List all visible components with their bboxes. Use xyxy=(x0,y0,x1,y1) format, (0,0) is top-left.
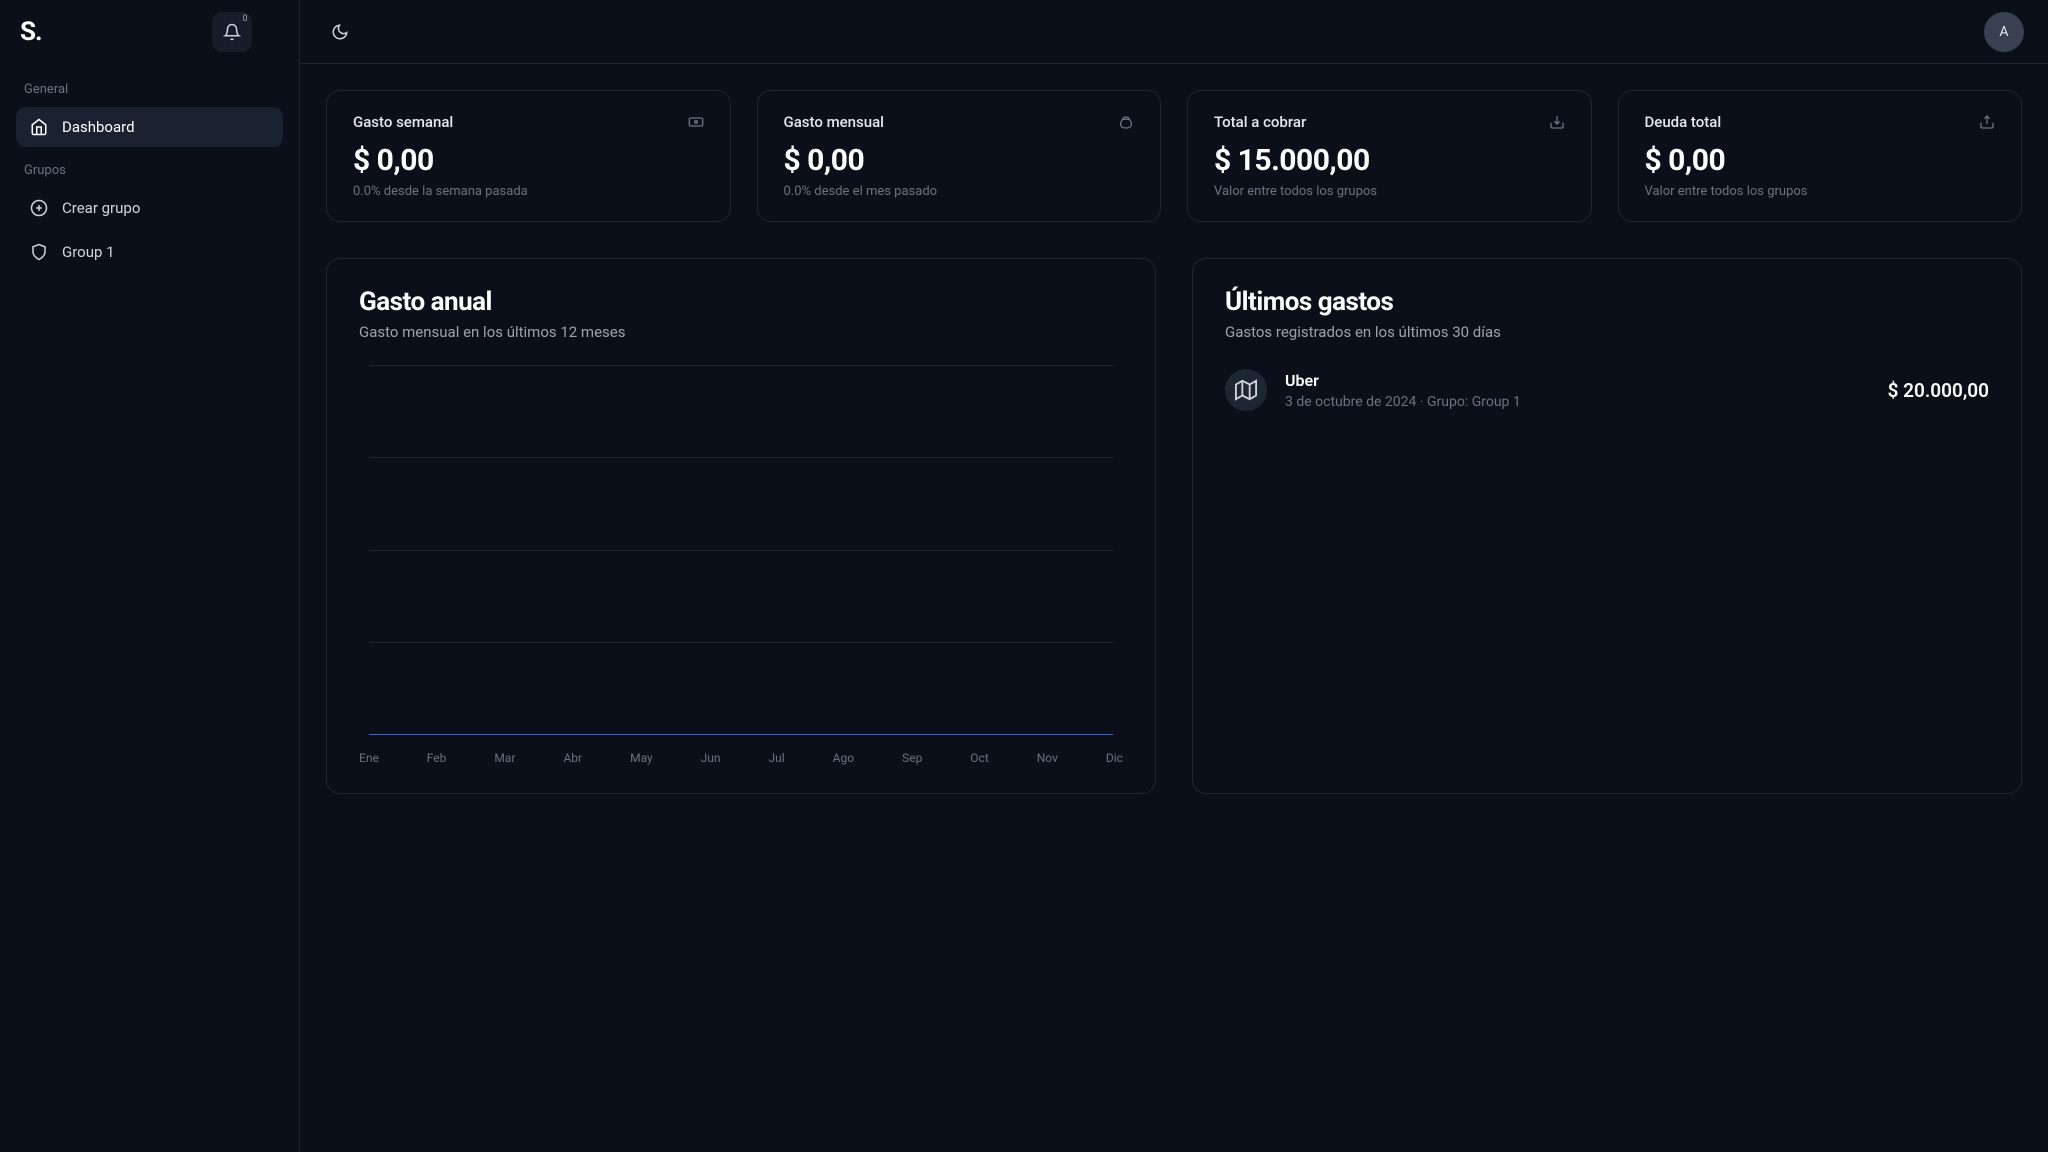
chart-gridline xyxy=(369,642,1113,643)
chart-tick: Ago xyxy=(833,751,854,765)
import-icon xyxy=(1549,114,1565,130)
moon-icon xyxy=(331,23,349,41)
sidebar-item-label: Crear grupo xyxy=(62,199,140,217)
notification-badge: 0 xyxy=(243,14,248,24)
home-icon xyxy=(30,118,48,136)
recent-expenses-panel: Últimos gastos Gastos registrados en los… xyxy=(1192,258,2022,794)
stat-subtitle: 0.0% desde el mes pasado xyxy=(784,184,1135,199)
sidebar-item-crear-grupo[interactable]: Crear grupo xyxy=(16,188,283,228)
chart-tick: Oct xyxy=(970,751,988,765)
sidebar-item-label: Dashboard xyxy=(62,118,135,136)
stat-card-gasto-semanal: Gasto semanal $ 0,00 0.0% desde la seman… xyxy=(326,90,731,222)
export-icon xyxy=(1979,114,1995,130)
stat-card-total-cobrar: Total a cobrar $ 15.000,00 Valor entre t… xyxy=(1187,90,1592,222)
stat-card-deuda-total: Deuda total $ 0,00 Valor entre todos los… xyxy=(1618,90,2023,222)
stat-value: $ 0,00 xyxy=(353,143,704,178)
stat-subtitle: Valor entre todos los grupos xyxy=(1214,184,1565,199)
plus-circle-icon xyxy=(30,199,48,217)
chart-tick: Nov xyxy=(1037,751,1058,765)
stat-value: $ 15.000,00 xyxy=(1214,143,1565,178)
avatar-initial: A xyxy=(1999,24,2008,40)
chart-gridline xyxy=(369,550,1113,551)
panel-subtitle: Gastos registrados en los últimos 30 día… xyxy=(1225,323,1989,341)
chart-tick: Mar xyxy=(494,751,515,765)
theme-toggle-button[interactable] xyxy=(324,16,356,48)
chart-gridline xyxy=(369,365,1113,366)
panel-title: Gasto anual xyxy=(359,287,1123,317)
expense-amount: $ 20.000,00 xyxy=(1888,379,1989,402)
stats-row: Gasto semanal $ 0,00 0.0% desde la seman… xyxy=(326,90,2022,222)
stat-card-gasto-mensual: Gasto mensual $ 0,00 0.0% desde el mes p… xyxy=(757,90,1162,222)
sidebar: S. 0 General xyxy=(0,0,300,1152)
stat-value: $ 0,00 xyxy=(1645,143,1996,178)
panel-subtitle: Gasto mensual en los últimos 12 meses xyxy=(359,323,1123,341)
bell-icon xyxy=(223,23,241,41)
notification-button[interactable]: 0 xyxy=(212,12,252,52)
chart-tick: Jun xyxy=(701,751,721,765)
shield-icon xyxy=(30,243,48,261)
sidebar-item-group-1[interactable]: Group 1 xyxy=(16,232,283,272)
chart-tick: Feb xyxy=(427,751,447,765)
chart-area: Ene Feb Mar Abr May Jun Jul Ago Sep Oct … xyxy=(359,365,1123,765)
stat-title: Gasto mensual xyxy=(784,113,885,131)
expense-item[interactable]: Uber 3 de octubre de 2024 · Grupo: Group… xyxy=(1225,365,1989,415)
chart-tick: Dic xyxy=(1106,751,1123,765)
chart-gridline xyxy=(369,457,1113,458)
expense-category-icon xyxy=(1225,369,1267,411)
panels-row: Gasto anual Gasto mensual en los últimos… xyxy=(326,258,2022,794)
annual-chart-panel: Gasto anual Gasto mensual en los últimos… xyxy=(326,258,1156,794)
sidebar-item-label: Group 1 xyxy=(62,243,115,261)
sidebar-section-general: General xyxy=(16,82,283,97)
money-bag-icon xyxy=(1118,114,1134,130)
chart-tick: May xyxy=(630,751,653,765)
expense-name: Uber xyxy=(1285,371,1870,390)
chart-baseline xyxy=(369,734,1113,735)
chart-tick: Jul xyxy=(769,751,785,765)
map-icon xyxy=(1235,379,1257,401)
avatar[interactable]: A xyxy=(1984,12,2024,52)
chart-xaxis: Ene Feb Mar Abr May Jun Jul Ago Sep Oct … xyxy=(359,751,1123,765)
wallet-icon xyxy=(688,114,704,130)
top-header: A xyxy=(300,0,2048,64)
sidebar-item-dashboard[interactable]: Dashboard xyxy=(16,107,283,147)
main: A Gasto semanal $ 0 xyxy=(300,0,2048,1152)
stat-title: Total a cobrar xyxy=(1214,113,1306,131)
panel-title: Últimos gastos xyxy=(1225,287,1989,317)
expense-meta: 3 de octubre de 2024 · Grupo: Group 1 xyxy=(1285,394,1870,410)
stat-subtitle: Valor entre todos los grupos xyxy=(1645,184,1996,199)
sidebar-header: S. 0 xyxy=(0,0,299,64)
sidebar-section-grupos: Grupos xyxy=(16,163,283,178)
content: Gasto semanal $ 0,00 0.0% desde la seman… xyxy=(300,64,2048,820)
chart-tick: Sep xyxy=(902,751,922,765)
expense-info: Uber 3 de octubre de 2024 · Grupo: Group… xyxy=(1285,371,1870,410)
stat-value: $ 0,00 xyxy=(784,143,1135,178)
stat-title: Gasto semanal xyxy=(353,113,453,131)
sidebar-content: General Dashboard Grupos xyxy=(0,64,299,294)
stat-title: Deuda total xyxy=(1645,113,1722,131)
chart-grid xyxy=(369,365,1113,735)
chart-tick: Abr xyxy=(563,751,582,765)
stat-subtitle: 0.0% desde la semana pasada xyxy=(353,184,704,199)
chart-tick: Ene xyxy=(359,751,379,765)
logo: S. xyxy=(20,17,42,47)
